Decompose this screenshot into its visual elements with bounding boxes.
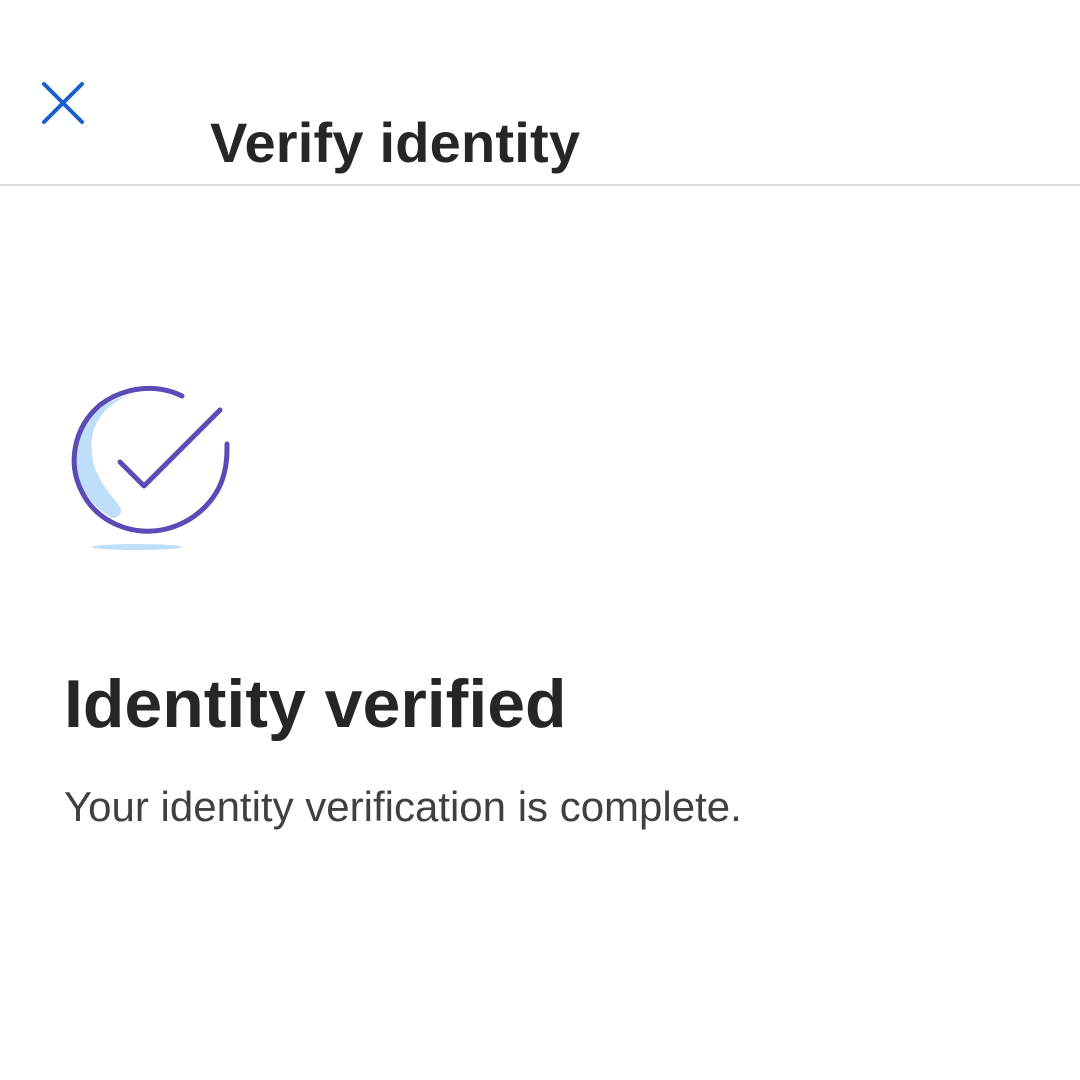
close-button[interactable] bbox=[22, 62, 104, 144]
result-message: Your identity verification is complete. bbox=[64, 783, 742, 830]
check-circle-icon bbox=[66, 382, 236, 554]
close-icon bbox=[40, 80, 86, 126]
app-bar: Verify identity bbox=[0, 0, 1080, 186]
page-title: Verify identity bbox=[210, 110, 581, 174]
verification-result: Identity verified Your identity verifica… bbox=[0, 186, 1080, 1080]
result-heading: Identity verified bbox=[64, 666, 567, 743]
